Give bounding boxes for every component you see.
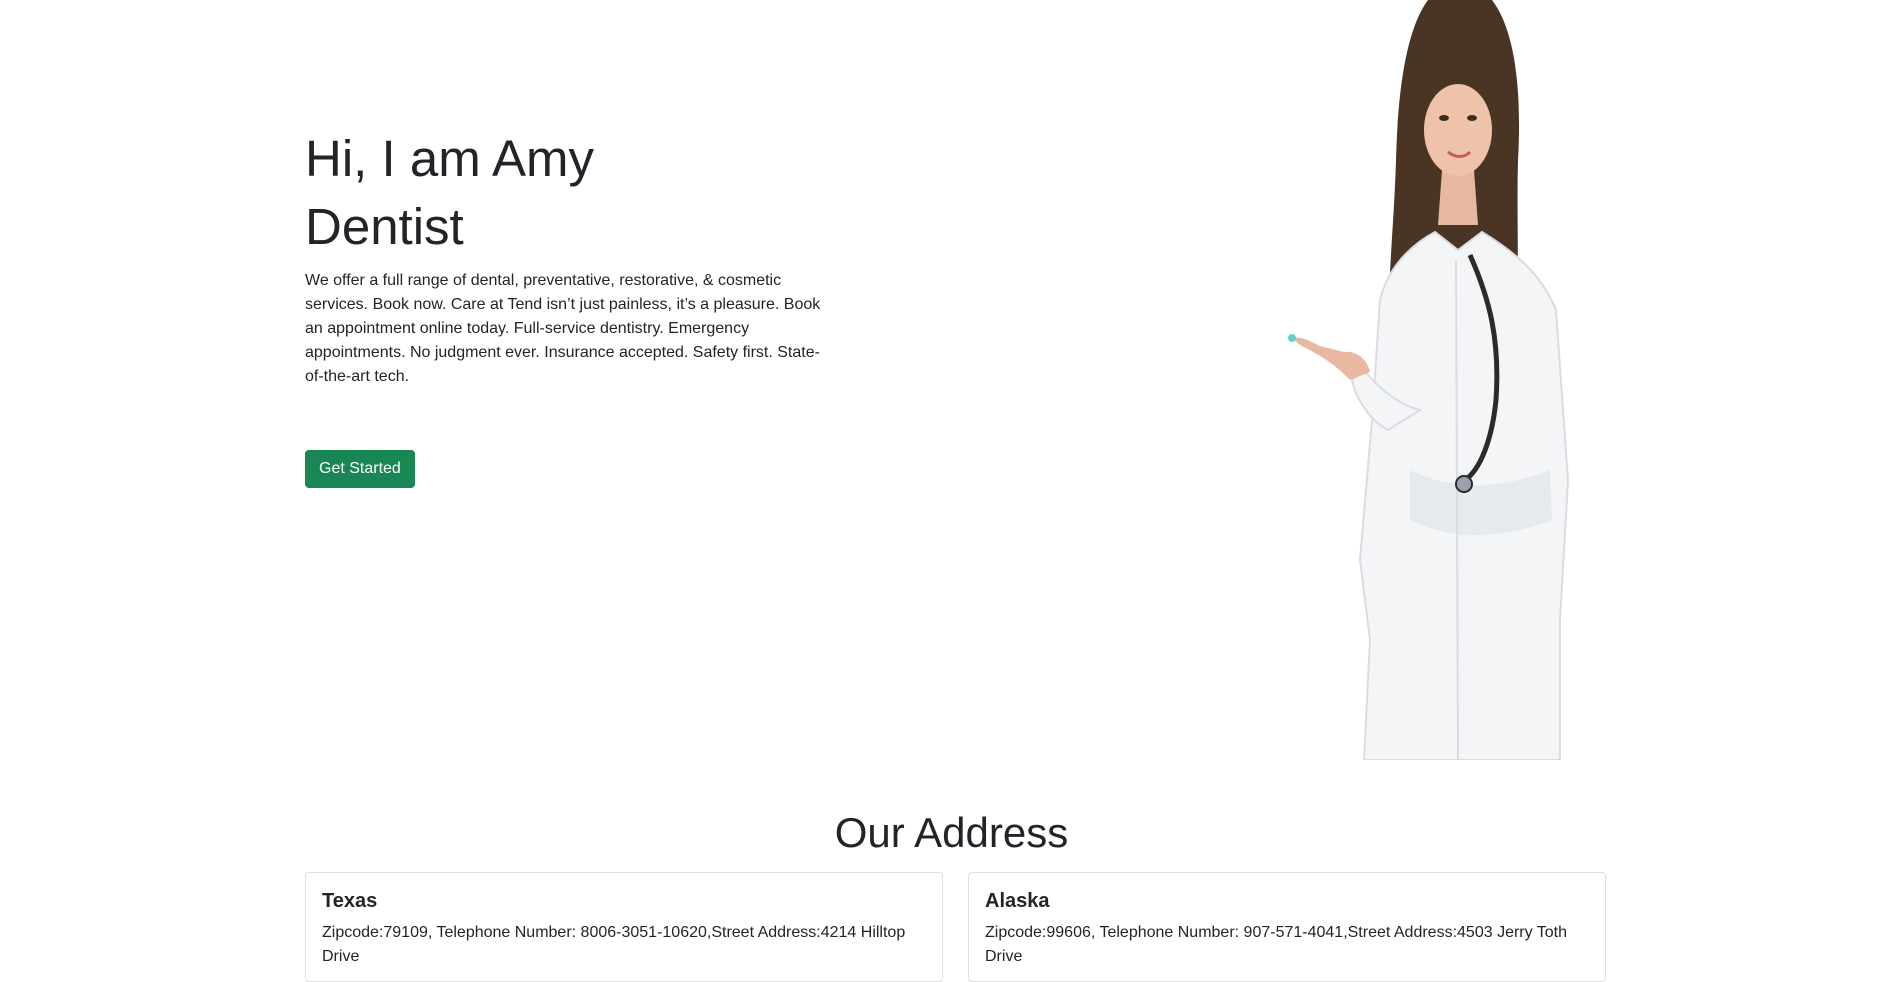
- card-details: Zipcode:99606, Telephone Number: 907-571…: [985, 924, 1568, 965]
- card-title: Texas: [322, 890, 378, 912]
- address-card-texas: Texas Zipcode:79109, Telephone Number: 8…: [305, 872, 943, 982]
- hero-title: Hi, I am Amy Dentist: [305, 125, 830, 261]
- hero-text-block: Hi, I am Amy Dentist We offer a full ran…: [305, 125, 830, 389]
- hero-description: We offer a full range of dental, prevent…: [305, 272, 821, 385]
- get-started-button[interactable]: Get Started: [305, 450, 415, 488]
- hero-title-line1: Hi, I am Amy: [305, 130, 595, 187]
- hero-title-line2: Dentist: [305, 198, 464, 255]
- hero-section: Hi, I am Amy Dentist We offer a full ran…: [0, 0, 1903, 761]
- address-section-title: Our Address: [834, 809, 1069, 856]
- address-cards: Texas Zipcode:79109, Telephone Number: 8…: [305, 872, 1606, 982]
- address-card-alaska: Alaska Zipcode:99606, Telephone Number: …: [968, 872, 1606, 982]
- card-title: Alaska: [985, 890, 1050, 912]
- card-details: Zipcode:79109, Telephone Number: 8006-30…: [322, 924, 906, 965]
- dentist-portrait-image: [1260, 0, 1580, 761]
- dentist-illustration: [1288, 0, 1570, 761]
